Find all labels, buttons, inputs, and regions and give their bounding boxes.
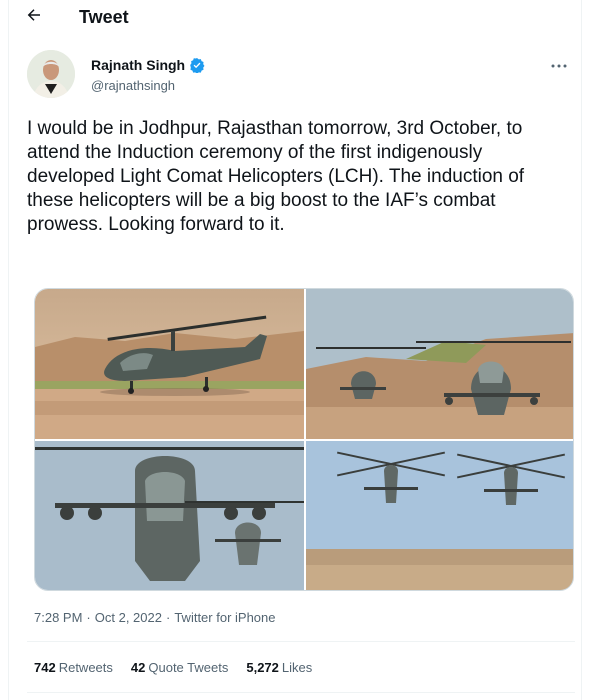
media-image-1[interactable] bbox=[35, 289, 304, 439]
meta-separator-2: · bbox=[165, 610, 171, 625]
likes-stat[interactable]: 5,272 Likes bbox=[246, 660, 312, 675]
more-button[interactable] bbox=[549, 58, 569, 70]
author-handle: @rajnathsingh bbox=[91, 78, 176, 93]
author-name[interactable]: Rajnath Singh bbox=[91, 57, 205, 73]
tweet-text: I would be in Jodhpur, Rajasthan tomorro… bbox=[27, 118, 525, 235]
quote-tweets-label: Quote Tweets bbox=[148, 660, 229, 675]
meta-separator: · bbox=[86, 610, 91, 625]
media-grid bbox=[34, 288, 574, 591]
back-button[interactable] bbox=[23, 6, 45, 28]
tweet-time[interactable]: 7:28 PM bbox=[34, 610, 82, 625]
author-name-text: Rajnath Singh bbox=[91, 57, 186, 73]
tweet-date[interactable]: Oct 2, 2022 bbox=[95, 610, 162, 625]
tweet-page: Tweet Rajnath Singh @rajnathsingh I woul… bbox=[8, 0, 582, 700]
page-title: Tweet bbox=[79, 7, 129, 27]
tweet-stats: 742 Retweets 42 Quote Tweets 5,272 Likes bbox=[34, 660, 312, 675]
likes-label: Likes bbox=[281, 660, 313, 675]
arrow-left-icon bbox=[25, 6, 43, 29]
avatar[interactable] bbox=[27, 50, 75, 98]
divider-top bbox=[27, 641, 575, 642]
media-image-3[interactable] bbox=[35, 441, 304, 590]
retweets-label: Retweets bbox=[58, 660, 113, 675]
quote-tweets-stat[interactable]: 42 Quote Tweets bbox=[131, 660, 228, 675]
media-image-2[interactable] bbox=[306, 289, 573, 439]
divider-bottom bbox=[27, 692, 575, 693]
retweets-count: 742 bbox=[34, 660, 56, 675]
page-header: Tweet bbox=[9, 0, 583, 34]
tweet-source[interactable]: Twitter for iPhone bbox=[174, 610, 275, 625]
media-image-4[interactable] bbox=[306, 441, 573, 590]
quote-tweets-count: 42 bbox=[130, 660, 146, 675]
more-icon bbox=[551, 55, 567, 73]
verified-badge-icon bbox=[189, 57, 205, 73]
tweet-meta: 7:28 PM · Oct 2, 2022 · Twitter for iPho… bbox=[34, 610, 275, 625]
retweets-stat[interactable]: 742 Retweets bbox=[34, 660, 113, 675]
likes-count: 5,272 bbox=[246, 660, 279, 675]
